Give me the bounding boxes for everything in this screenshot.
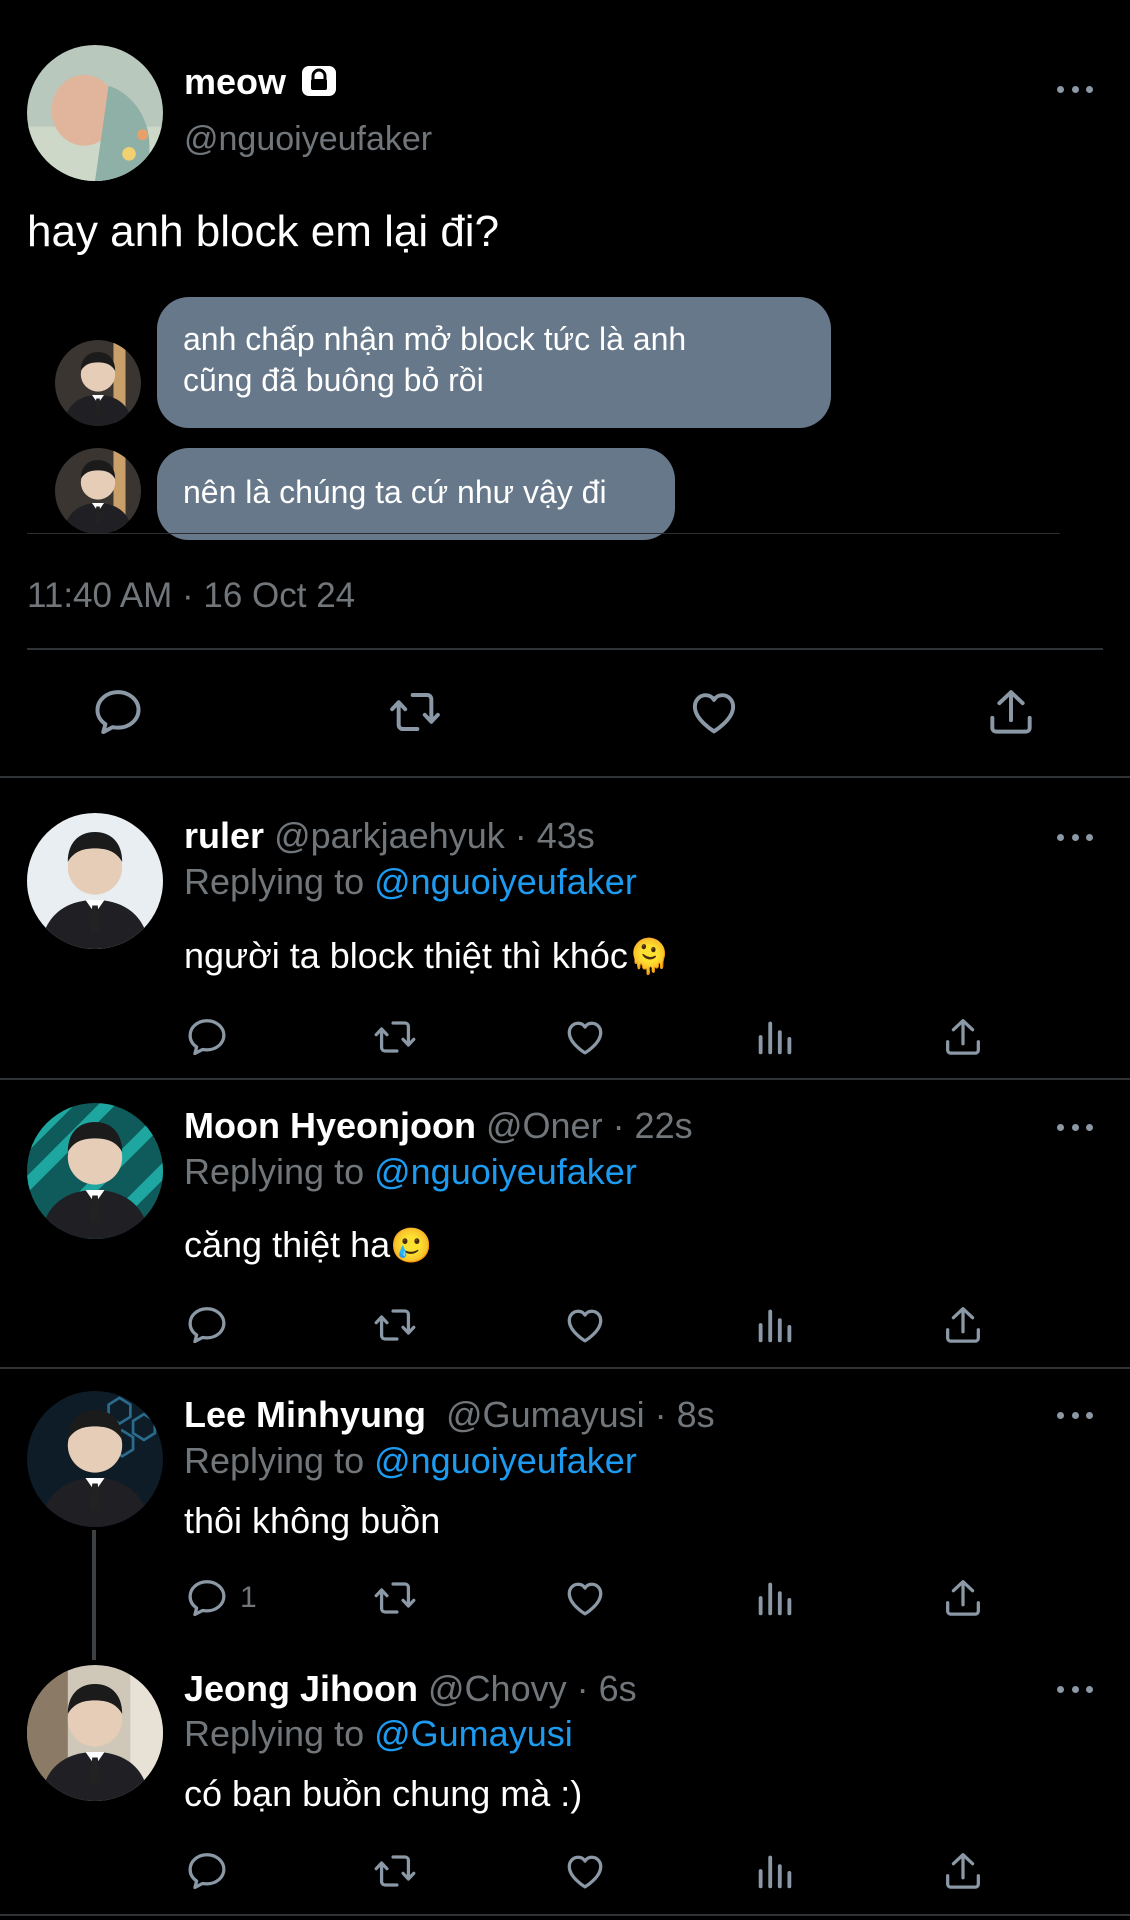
replying-to-link[interactable]: @nguoiyeufaker xyxy=(374,1151,637,1192)
divider xyxy=(0,1367,1130,1369)
retweet-icon[interactable] xyxy=(372,1575,418,1621)
replying-to-link[interactable]: @nguoiyeufaker xyxy=(374,1440,637,1481)
lock-icon xyxy=(300,64,338,98)
share-icon[interactable] xyxy=(940,1014,986,1060)
divider xyxy=(0,776,1130,778)
reply-display-name[interactable]: Lee Minhyung xyxy=(184,1394,426,1435)
divider xyxy=(27,648,1103,650)
tweet-text: hay anh block em lại đi? xyxy=(27,207,500,256)
retweet-icon[interactable] xyxy=(372,1014,418,1060)
media-bottom-edge xyxy=(27,533,1060,534)
reply-text-content: căng thiệt ha xyxy=(184,1224,391,1265)
reply-text-content: người ta block thiệt thì khóc xyxy=(184,935,628,976)
reply-handle-time[interactable]: @Chovy · 6s xyxy=(428,1668,637,1709)
retweet-icon[interactable] xyxy=(372,1302,418,1348)
replying-to-label: Replying to xyxy=(184,1151,375,1192)
tweet-media-chat-screenshot[interactable]: anh chấp nhận mở block tức là anh cũng đ… xyxy=(27,290,1060,540)
reply-text: có bạn buồn chung mà :) xyxy=(184,1773,583,1814)
more-dots-icon[interactable] xyxy=(1057,1117,1093,1137)
reply-icon[interactable] xyxy=(184,1848,230,1894)
chat-message-line: nên là chúng ta cứ như vậy đi xyxy=(183,474,607,510)
melting-face-emoji: 🫠 xyxy=(627,938,671,976)
heart-icon[interactable] xyxy=(686,684,742,740)
reply-icon[interactable] xyxy=(184,1302,230,1348)
more-dots-icon[interactable] xyxy=(1057,79,1093,99)
retweet-icon[interactable] xyxy=(372,1848,418,1894)
author-display-name[interactable]: meow xyxy=(184,60,286,104)
thread-connector-line xyxy=(92,1530,96,1660)
heart-icon[interactable] xyxy=(562,1302,608,1348)
tweet-timestamp[interactable]: 11:40 AM · 16 Oct 24 xyxy=(27,574,355,618)
bar-chart-icon[interactable] xyxy=(752,1014,798,1060)
reply-handle-time[interactable]: @Gumayusi · 8s xyxy=(446,1394,715,1435)
reply-icon[interactable] xyxy=(184,1575,230,1621)
share-icon[interactable] xyxy=(940,1575,986,1621)
reply-icon[interactable] xyxy=(90,684,146,740)
reply-text: người ta block thiệt thì khóc🫠 xyxy=(184,934,670,979)
replying-to: Replying to @nguoiyeufaker xyxy=(184,860,637,904)
more-dots-icon[interactable] xyxy=(1057,827,1093,847)
divider xyxy=(0,1078,1130,1080)
chat-bubble: anh chấp nhận mở block tức là anh cũng đ… xyxy=(157,297,831,428)
divider xyxy=(0,1914,1130,1916)
chat-bubble: nên là chúng ta cứ như vậy đi xyxy=(157,448,675,540)
heart-icon[interactable] xyxy=(562,1575,608,1621)
reply-avatar[interactable] xyxy=(27,1103,163,1239)
reply-header: Jeong Jihoon @Chovy · 6s xyxy=(184,1667,637,1711)
more-dots-icon[interactable] xyxy=(1057,1679,1093,1699)
reply-display-name[interactable]: Moon Hyeonjoon xyxy=(184,1105,476,1146)
bar-chart-icon[interactable] xyxy=(752,1848,798,1894)
reply-avatar[interactable] xyxy=(27,1665,163,1801)
replying-to-link[interactable]: @Gumayusi xyxy=(374,1713,573,1754)
reply-header: ruler @parkjaehyuk · 43s xyxy=(184,814,595,858)
reply-header: Moon Hyeonjoon @Oner · 22s xyxy=(184,1104,693,1148)
heart-icon[interactable] xyxy=(562,1014,608,1060)
replying-to: Replying to @nguoiyeufaker xyxy=(184,1150,637,1194)
reply-avatar[interactable] xyxy=(27,813,163,949)
replying-to: Replying to @nguoiyeufaker xyxy=(184,1439,637,1483)
replying-to: Replying to @Gumayusi xyxy=(184,1712,573,1756)
reply-avatar[interactable] xyxy=(27,1391,163,1527)
author-avatar[interactable] xyxy=(27,45,163,181)
replying-to-link[interactable]: @nguoiyeufaker xyxy=(374,861,637,902)
reply-display-name[interactable]: Jeong Jihoon xyxy=(184,1668,418,1709)
reply-handle-time[interactable]: @Oner · 22s xyxy=(486,1105,693,1146)
share-icon[interactable] xyxy=(940,1302,986,1348)
retweet-icon[interactable] xyxy=(387,684,443,740)
bar-chart-icon[interactable] xyxy=(752,1302,798,1348)
share-icon[interactable] xyxy=(983,684,1039,740)
replying-to-label: Replying to xyxy=(184,1440,375,1481)
replying-to-label: Replying to xyxy=(184,1713,375,1754)
reply-count: 1 xyxy=(240,1581,257,1614)
replying-to-label: Replying to xyxy=(184,861,375,902)
smiling-tear-emoji: 🥲 xyxy=(390,1227,433,1265)
more-dots-icon[interactable] xyxy=(1057,1405,1093,1425)
share-icon[interactable] xyxy=(940,1848,986,1894)
chat-avatar xyxy=(55,448,141,534)
reply-icon[interactable] xyxy=(184,1014,230,1060)
reply-text: căng thiệt ha🥲 xyxy=(184,1223,433,1268)
bar-chart-icon[interactable] xyxy=(752,1575,798,1621)
chat-avatar xyxy=(55,340,141,426)
reply-handle-time[interactable]: @parkjaehyuk · 43s xyxy=(274,815,595,856)
reply-header: Lee Minhyung @Gumayusi · 8s xyxy=(184,1393,715,1437)
heart-icon[interactable] xyxy=(562,1848,608,1894)
chat-message-line: cũng đã buông bỏ rồi xyxy=(183,362,484,398)
chat-message-line: anh chấp nhận mở block tức là anh xyxy=(183,321,687,357)
reply-display-name[interactable]: ruler xyxy=(184,815,264,856)
author-handle[interactable]: @nguoiyeufaker xyxy=(184,118,432,160)
reply-text: thôi không buồn xyxy=(184,1500,441,1541)
